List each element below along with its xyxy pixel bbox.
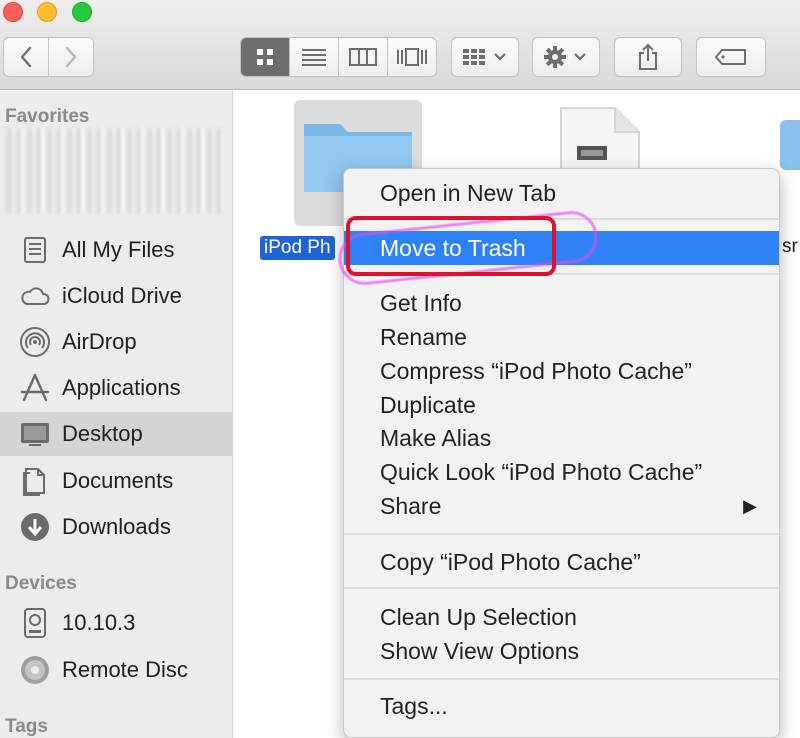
list-view-button[interactable]: [290, 38, 339, 76]
sidebar-item-applications[interactable]: Applications: [0, 366, 232, 410]
sidebar-item-label: iCloud Drive: [62, 283, 182, 308]
menu-item-get-info[interactable]: Get Info: [344, 286, 779, 320]
chevron-left-icon: [20, 46, 32, 68]
chevron-right-icon: [65, 46, 77, 68]
arrange-button[interactable]: [451, 37, 519, 77]
menu-separator: [344, 678, 779, 680]
desktop-icon: [18, 417, 52, 451]
menu-separator: [344, 533, 779, 535]
airdrop-icon: [18, 325, 52, 359]
menu-item-compress[interactable]: Compress “iPod Photo Cache”: [344, 354, 779, 388]
submenu-arrow-icon: ▶: [743, 495, 757, 516]
menu-item-make-alias[interactable]: Make Alias: [344, 421, 779, 455]
menu-item-open-in-new-tab[interactable]: Open in New Tab: [344, 176, 779, 210]
document-icon[interactable]: [555, 106, 645, 176]
minimize-window-button[interactable]: [37, 2, 57, 22]
gear-icon: [544, 46, 586, 68]
sidebar-item-label: All My Files: [62, 237, 175, 262]
menu-item-quick-look[interactable]: Quick Look “iPod Photo Cache”: [344, 455, 779, 489]
menu-separator: [344, 218, 779, 220]
action-button[interactable]: [532, 37, 600, 77]
menu-item-share[interactable]: Share ▶: [344, 489, 779, 523]
devices-section-title: Devices: [5, 573, 77, 594]
close-window-button[interactable]: [3, 2, 23, 22]
menu-item-copy[interactable]: Copy “iPod Photo Cache”: [344, 545, 779, 579]
sidebar-item-all-my-files[interactable]: All My Files: [0, 228, 232, 272]
menu-item-show-view-options[interactable]: Show View Options: [344, 634, 779, 668]
menu-separator: [344, 587, 779, 589]
sidebar-item-disk[interactable]: 10.10.3: [0, 601, 232, 645]
menu-item-rename[interactable]: Rename: [344, 320, 779, 354]
partial-file-name[interactable]: sr: [782, 236, 798, 258]
cloud-icon: [18, 279, 52, 313]
icon-view-icon: [257, 49, 273, 65]
share-icon: [639, 43, 657, 70]
documents-icon: [18, 464, 52, 498]
icon-view-button[interactable]: [241, 38, 290, 76]
selected-file-name[interactable]: iPod Ph: [260, 236, 335, 260]
sidebar-item-label: Downloads: [62, 514, 171, 539]
back-button[interactable]: [3, 37, 49, 77]
sidebar-item-desktop[interactable]: Desktop: [0, 412, 232, 456]
menu-item-duplicate[interactable]: Duplicate: [344, 388, 779, 422]
menu-item-move-to-trash[interactable]: Move to Trash: [344, 231, 779, 265]
coverflow-view-icon: [397, 48, 427, 66]
zoom-window-button[interactable]: [72, 2, 92, 22]
applications-icon: [18, 371, 52, 405]
redaction-blot: [288, 262, 336, 332]
menu-item-tags[interactable]: Tags...: [344, 689, 779, 723]
coverflow-view-button[interactable]: [388, 38, 436, 76]
all-files-icon: [18, 233, 52, 267]
tag-icon: [715, 49, 746, 65]
tags-section-title: Tags: [5, 716, 48, 737]
arrange-icon: [463, 49, 506, 65]
sidebar-item-label: Applications: [62, 375, 181, 400]
sidebar-item-label: 10.10.3: [62, 610, 136, 635]
favorites-section-title: Favorites: [5, 106, 90, 127]
redacted-sidebar-items: [6, 128, 220, 214]
list-view-icon: [302, 49, 326, 66]
hard-drive-icon: [18, 606, 52, 640]
partial-folder-icon[interactable]: [780, 120, 800, 170]
disc-icon: [18, 653, 52, 687]
forward-button[interactable]: [48, 37, 94, 77]
finder-toolbar: [0, 0, 800, 90]
sidebar-item-label: Remote Disc: [62, 657, 188, 682]
menu-item-clean-up-selection[interactable]: Clean Up Selection: [344, 600, 779, 634]
sidebar-item-documents[interactable]: Documents: [0, 459, 232, 503]
sidebar-item-label: Documents: [62, 468, 174, 493]
tags-button[interactable]: [696, 37, 766, 77]
column-view-button[interactable]: [339, 38, 388, 76]
share-button[interactable]: [614, 37, 682, 77]
sidebar-item-downloads[interactable]: Downloads: [0, 505, 232, 549]
sidebar-item-label: AirDrop: [62, 329, 137, 354]
context-menu: Open in New Tab Move to Trash Get Info R…: [343, 168, 780, 738]
sidebar-item-airdrop[interactable]: AirDrop: [0, 320, 232, 364]
downloads-icon: [18, 510, 52, 544]
sidebar-item-remote-disc[interactable]: Remote Disc: [0, 648, 232, 692]
sidebar-item-icloud-drive[interactable]: iCloud Drive: [0, 274, 232, 318]
view-mode-switcher: [240, 37, 437, 77]
menu-separator: [344, 273, 779, 275]
column-view-icon: [349, 48, 377, 66]
sidebar-item-label: Desktop: [62, 421, 143, 446]
